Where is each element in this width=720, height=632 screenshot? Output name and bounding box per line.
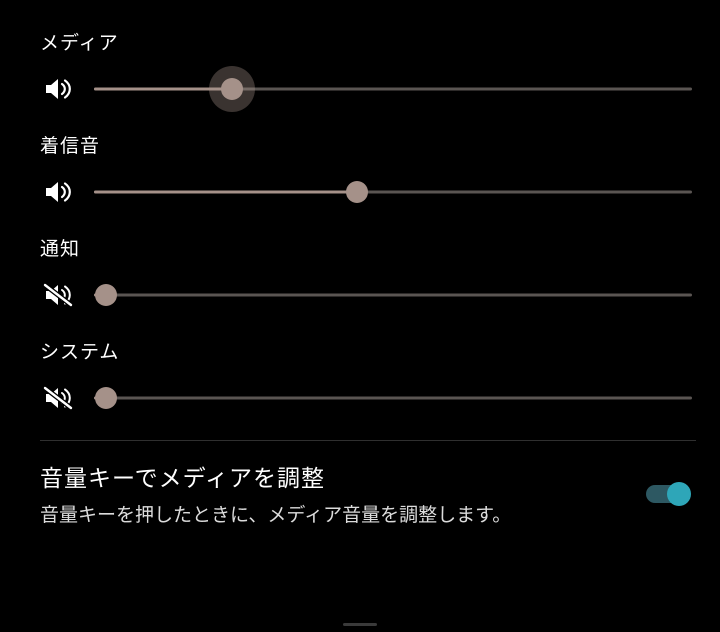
volume-label-media: メディア (40, 28, 692, 55)
setting-description: 音量キーを押したときに、メディア音量を調整します。 (40, 499, 626, 528)
navigation-handle (343, 623, 377, 626)
setting-title: 音量キーでメディアを調整 (40, 459, 626, 493)
volume-key-toggle[interactable] (646, 485, 688, 503)
volume-mute-icon (42, 384, 78, 412)
volume-row-ringtone: 着信音 (40, 131, 692, 212)
volume-row-system: システム (40, 337, 692, 418)
ringtone-volume-slider[interactable] (94, 172, 692, 212)
notification-volume-slider[interactable] (94, 275, 692, 315)
volume-mute-icon (42, 281, 78, 309)
volume-row-media: メディア (40, 28, 692, 109)
volume-on-icon (42, 75, 78, 103)
volume-label-ringtone: 着信音 (40, 131, 692, 158)
volume-label-system: システム (40, 337, 692, 364)
volume-label-notification: 通知 (40, 234, 692, 261)
volume-key-setting-row[interactable]: 音量キーでメディアを調整 音量キーを押したときに、メディア音量を調整します。 (40, 459, 692, 528)
volume-settings-panel: メディア 着信音 通知 (0, 0, 720, 632)
volume-on-icon (42, 178, 78, 206)
divider (40, 440, 696, 441)
media-volume-slider[interactable] (94, 69, 692, 109)
volume-row-notification: 通知 (40, 234, 692, 315)
system-volume-slider[interactable] (94, 378, 692, 418)
